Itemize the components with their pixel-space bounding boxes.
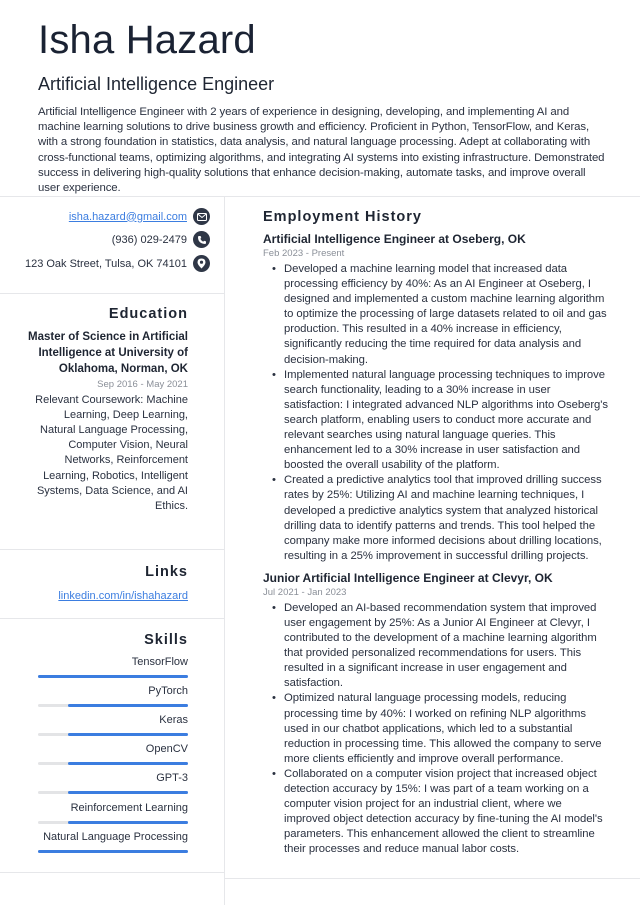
job-entry-dates: Feb 2023 - Present (263, 248, 345, 259)
contact-email: isha.hazard@gmail.com (69, 208, 210, 225)
address: 123 Oak Street, Tulsa, OK 74101 (24, 257, 187, 270)
skill-level-fill (68, 704, 188, 707)
education-entry: Master of Science in Artificial Intellig… (28, 329, 188, 514)
skill-level-fill (68, 821, 188, 824)
skill-level-bar (38, 675, 188, 678)
skill-item: Reinforcement Learning (38, 801, 188, 824)
job-bullets: Developed a machine learning model that … (263, 262, 608, 564)
skill-level-bar (38, 704, 188, 707)
skill-level-fill (38, 850, 188, 853)
skill-item: Natural Language Processing (38, 830, 188, 853)
job-entry-title: Artificial Intelligence Engineer at Oseb… (263, 232, 526, 246)
skill-level-bar (38, 762, 188, 765)
skill-level-bar (38, 821, 188, 824)
job-bullet: Optimized natural language processing mo… (272, 691, 608, 766)
contact-address: 123 Oak Street, Tulsa, OK 74101 (25, 255, 210, 272)
employment-heading: Employment History (263, 209, 422, 225)
skill-item: Keras (38, 713, 188, 736)
contact-phone: (936) 029-2479 (112, 231, 210, 248)
skill-name: Reinforcement Learning (70, 802, 188, 814)
education-heading: Education (108, 306, 188, 322)
job-entry-title: Junior Artificial Intelligence Engineer … (263, 570, 553, 585)
education-coursework: Relevant Coursework: Machine Learning, D… (35, 393, 188, 513)
job-bullet: Developed a machine learning model that … (272, 262, 608, 368)
map-pin-icon (193, 255, 210, 272)
column-divider (224, 196, 225, 905)
job-bullet: Collaborated on a computer vision projec… (272, 767, 608, 858)
skill-item: PyTorch (38, 684, 188, 707)
skill-level-bar (38, 850, 188, 853)
skills-heading: Skills (144, 632, 188, 648)
links-list: linkedin.com/in/ishahazard (58, 586, 188, 604)
skill-name: Keras (159, 714, 188, 726)
skill-name: OpenCV (145, 743, 188, 755)
profile-summary: Artificial Intelligence Engineer with 2 … (38, 106, 605, 195)
section-divider (0, 618, 224, 619)
section-divider (0, 293, 224, 294)
skill-name: GPT-3 (156, 772, 188, 784)
employment-section: Employment History Artificial Intelligen… (263, 209, 608, 857)
skill-level-fill (38, 675, 188, 678)
education-degree: Master of Science in Artificial Intellig… (28, 331, 188, 376)
phone-icon (193, 231, 210, 248)
skill-level-bar (38, 733, 188, 736)
skill-level-fill (68, 762, 188, 765)
skill-name: Natural Language Processing (43, 831, 188, 843)
section-divider (0, 549, 224, 550)
job-entry: Junior Artificial Intelligence Engineer … (263, 570, 608, 858)
job-bullet: Created a predictive analytics tool that… (272, 473, 608, 564)
skill-level-fill (68, 791, 188, 794)
skill-item: TensorFlow (38, 655, 188, 678)
job-bullets: Developed an AI-based recommendation sys… (263, 601, 608, 858)
links-heading: Links (145, 564, 188, 580)
envelope-icon (193, 208, 210, 225)
phone-number: (936) 029-2479 (111, 233, 187, 246)
linkedin-link[interactable]: linkedin.com/in/ishahazard (58, 590, 188, 602)
skill-level-bar (38, 791, 188, 794)
job-entry-dates: Jul 2021 - Jan 2023 (263, 586, 347, 598)
email-link[interactable]: isha.hazard@gmail.com (69, 211, 187, 223)
job-title: Artificial Intelligence Engineer (38, 74, 275, 94)
skill-item: OpenCV (38, 742, 188, 765)
skill-name: TensorFlow (131, 656, 188, 668)
resume-header: Isha Hazard Artificial Intelligence Engi… (38, 14, 608, 196)
education-dates: Sep 2016 - May 2021 (97, 378, 188, 390)
skill-level-fill (68, 733, 188, 736)
employment-divider (225, 878, 640, 879)
candidate-name: Isha Hazard (38, 18, 256, 62)
job-entry: Artificial Intelligence Engineer at Oseb… (263, 231, 608, 564)
skill-name: PyTorch (148, 685, 188, 697)
section-divider (0, 872, 224, 873)
skill-item: GPT-3 (38, 771, 188, 794)
job-bullet: Developed an AI-based recommendation sys… (272, 601, 608, 692)
job-bullet: Implemented natural language processing … (272, 368, 608, 474)
header-divider (0, 196, 640, 197)
